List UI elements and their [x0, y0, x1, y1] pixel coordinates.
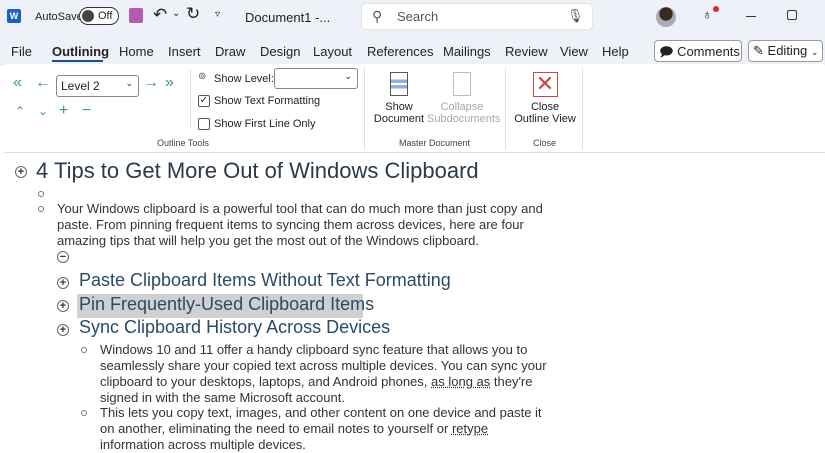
divider: [582, 68, 583, 150]
divider: [364, 68, 365, 150]
grammar-flag[interactable]: as long as: [431, 374, 490, 389]
title-bar: W AutoSave Off ↶ ⌄ ↻ ▿ Document1 -... ⚲ …: [0, 0, 825, 36]
show-text-formatting-checkbox[interactable]: ✓: [198, 95, 210, 107]
comments-button[interactable]: 🗩 Comments: [654, 40, 742, 62]
promote-icon[interactable]: ←: [35, 74, 51, 92]
show-level-select[interactable]: ⌄: [274, 68, 358, 89]
collapse-label-2: Subdocuments: [427, 113, 501, 125]
document-title: Document1 -...: [245, 10, 331, 25]
heading-1[interactable]: 4 Tips to Get More Out of Windows Clipbo…: [36, 158, 479, 184]
collapse-subdocuments-icon: [453, 72, 471, 96]
tab-layout[interactable]: Layout: [313, 44, 352, 59]
tab-references[interactable]: References: [367, 44, 433, 59]
comments-label: Comments: [677, 44, 740, 59]
autosave-label: AutoSave: [35, 11, 83, 23]
tab-view[interactable]: View: [560, 44, 588, 59]
close-outline-label-1: Close: [530, 101, 560, 113]
show-first-line-only-checkbox[interactable]: [198, 118, 210, 130]
editing-button[interactable]: ✎ Editing ⌄: [748, 40, 823, 62]
undo-dropdown-icon[interactable]: ⌄: [172, 8, 180, 19]
show-level-label: Show Level:: [214, 73, 274, 85]
avatar[interactable]: [656, 7, 676, 27]
document-area[interactable]: + 4 Tips to Get More Out of Windows Clip…: [0, 153, 825, 452]
show-first-line-only-label: Show First Line Only: [214, 118, 316, 130]
tab-design[interactable]: Design: [260, 44, 300, 59]
outline-level-value: Level 2: [61, 79, 100, 93]
maximize-icon[interactable]: [787, 10, 797, 20]
show-text-formatting-label: Show Text Formatting: [214, 95, 321, 107]
body-bullet-icon: [81, 410, 87, 416]
lightbulb-icon[interactable]: ♁: [702, 6, 713, 22]
expand-symbol-icon[interactable]: +: [57, 277, 69, 289]
editing-label: Editing: [767, 43, 808, 58]
tab-home[interactable]: Home: [119, 44, 154, 59]
microphone-icon[interactable]: 🎙: [567, 8, 584, 24]
move-up-icon[interactable]: ⌃: [15, 104, 25, 118]
show-document-button[interactable]: Show Document: [370, 70, 428, 130]
show-level-icon: ⊚: [198, 71, 207, 82]
expand-symbol-icon[interactable]: +: [15, 166, 27, 178]
autosave-state: Off: [98, 10, 113, 22]
save-icon[interactable]: [129, 8, 143, 23]
body-bullet-icon: [81, 347, 87, 353]
search-icon: ⚲: [372, 8, 383, 24]
collapse-label-1: Collapse: [440, 101, 484, 113]
show-document-label-2: Document: [373, 113, 425, 125]
toggle-knob: [82, 10, 94, 22]
active-tab-indicator: [52, 60, 103, 62]
search-box[interactable]: ⚲ Search 🎙: [361, 3, 593, 30]
sync-paragraph[interactable]: Windows 10 and 11 offer a handy clipboar…: [100, 342, 547, 406]
chevron-down-icon: ⌄: [344, 71, 352, 81]
show-document-icon: [390, 72, 408, 96]
expand-symbol-icon[interactable]: +: [57, 300, 69, 312]
comment-icon: 🗩: [659, 44, 674, 59]
show-document-label-1: Show: [385, 101, 413, 113]
intro-paragraph[interactable]: Your Windows clipboard is a powerful too…: [57, 201, 543, 249]
customize-toolbar-icon[interactable]: ▿: [215, 9, 220, 20]
chevron-down-icon: ⌄: [125, 78, 133, 88]
undo-icon[interactable]: ↶: [153, 5, 167, 25]
divider: [190, 70, 191, 128]
tab-outlining[interactable]: Outlining: [52, 44, 109, 59]
notification-dot: [713, 6, 719, 12]
promote-to-heading-icon[interactable]: «: [13, 74, 22, 92]
master-document-group-label: Master Document: [399, 138, 471, 148]
word-logo-icon: W: [7, 9, 21, 23]
heading-2-paste[interactable]: Paste Clipboard Items Without Text Forma…: [79, 270, 451, 291]
pencil-icon: ✎: [753, 43, 764, 58]
minimize-icon[interactable]: [746, 16, 756, 17]
close-x-icon: ✕: [532, 72, 558, 97]
tab-mailings[interactable]: Mailings: [443, 44, 491, 59]
outline-level-select[interactable]: Level 2 ⌄: [56, 75, 139, 97]
move-down-icon[interactable]: ⌄: [38, 104, 48, 118]
tab-review[interactable]: Review: [505, 44, 548, 59]
expand-symbol-icon[interactable]: +: [57, 324, 69, 336]
search-input[interactable]: Search: [397, 9, 438, 24]
heading-2-sync[interactable]: Sync Clipboard History Across Devices: [79, 317, 390, 338]
demote-icon[interactable]: →: [143, 74, 159, 92]
close-group-label: Close: [533, 138, 557, 148]
divider: [505, 68, 506, 150]
heading-2-pin[interactable]: Pin Frequently-Used Clipboard Items: [79, 294, 374, 315]
outline-tools-group-label: Outline Tools: [157, 138, 209, 148]
demote-to-body-icon[interactable]: »: [165, 74, 174, 92]
collapse-subdocuments-button[interactable]: Collapse Subdocuments: [427, 70, 501, 130]
expand-icon[interactable]: +: [59, 102, 68, 120]
close-outline-view-button[interactable]: ✕ Close Outline View: [510, 70, 580, 130]
copy-paragraph[interactable]: This lets you copy text, images, and oth…: [100, 405, 542, 453]
tab-help[interactable]: Help: [602, 44, 629, 59]
collapse-icon[interactable]: −: [82, 102, 91, 120]
chevron-down-icon: ⌄: [810, 47, 819, 57]
tab-draw[interactable]: Draw: [215, 44, 245, 59]
tab-file[interactable]: File: [11, 44, 32, 59]
spelling-flag[interactable]: retype: [452, 421, 488, 436]
body-bullet-icon: [38, 206, 44, 212]
body-bullet-icon: [38, 191, 44, 197]
redo-icon[interactable]: ↻: [186, 4, 200, 24]
close-outline-label-2: Outline View: [514, 113, 576, 125]
tab-insert[interactable]: Insert: [168, 44, 201, 59]
collapse-symbol-icon[interactable]: −: [57, 251, 69, 263]
autosave-toggle[interactable]: Off: [79, 7, 119, 25]
